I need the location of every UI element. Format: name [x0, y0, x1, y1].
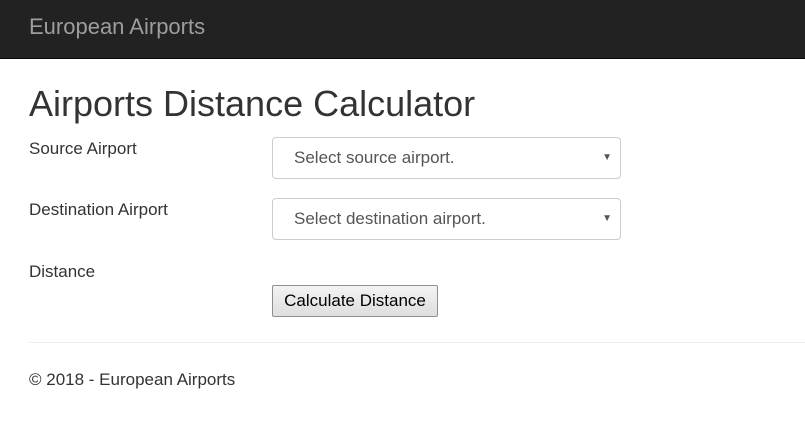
- chevron-down-icon: ▼: [602, 152, 612, 163]
- destination-airport-select[interactable]: Select destination airport. ▼: [272, 198, 621, 240]
- footer-divider: [29, 342, 805, 343]
- destination-airport-label: Destination Airport: [29, 200, 168, 219]
- calculate-distance-button[interactable]: Calculate Distance: [272, 285, 438, 317]
- source-airport-selected-value: Select source airport.: [294, 148, 455, 167]
- footer-copyright: © 2018 - European Airports: [29, 370, 236, 389]
- source-airport-select[interactable]: Select source airport. ▼: [272, 137, 621, 179]
- destination-airport-selected-value: Select destination airport.: [294, 209, 486, 228]
- navbar: European Airports: [0, 0, 805, 59]
- source-airport-label: Source Airport: [29, 139, 137, 158]
- page-title: Airports Distance Calculator: [29, 83, 476, 124]
- navbar-brand-link[interactable]: European Airports: [29, 14, 205, 40]
- chevron-down-icon: ▼: [602, 213, 612, 224]
- distance-label: Distance: [29, 262, 96, 281]
